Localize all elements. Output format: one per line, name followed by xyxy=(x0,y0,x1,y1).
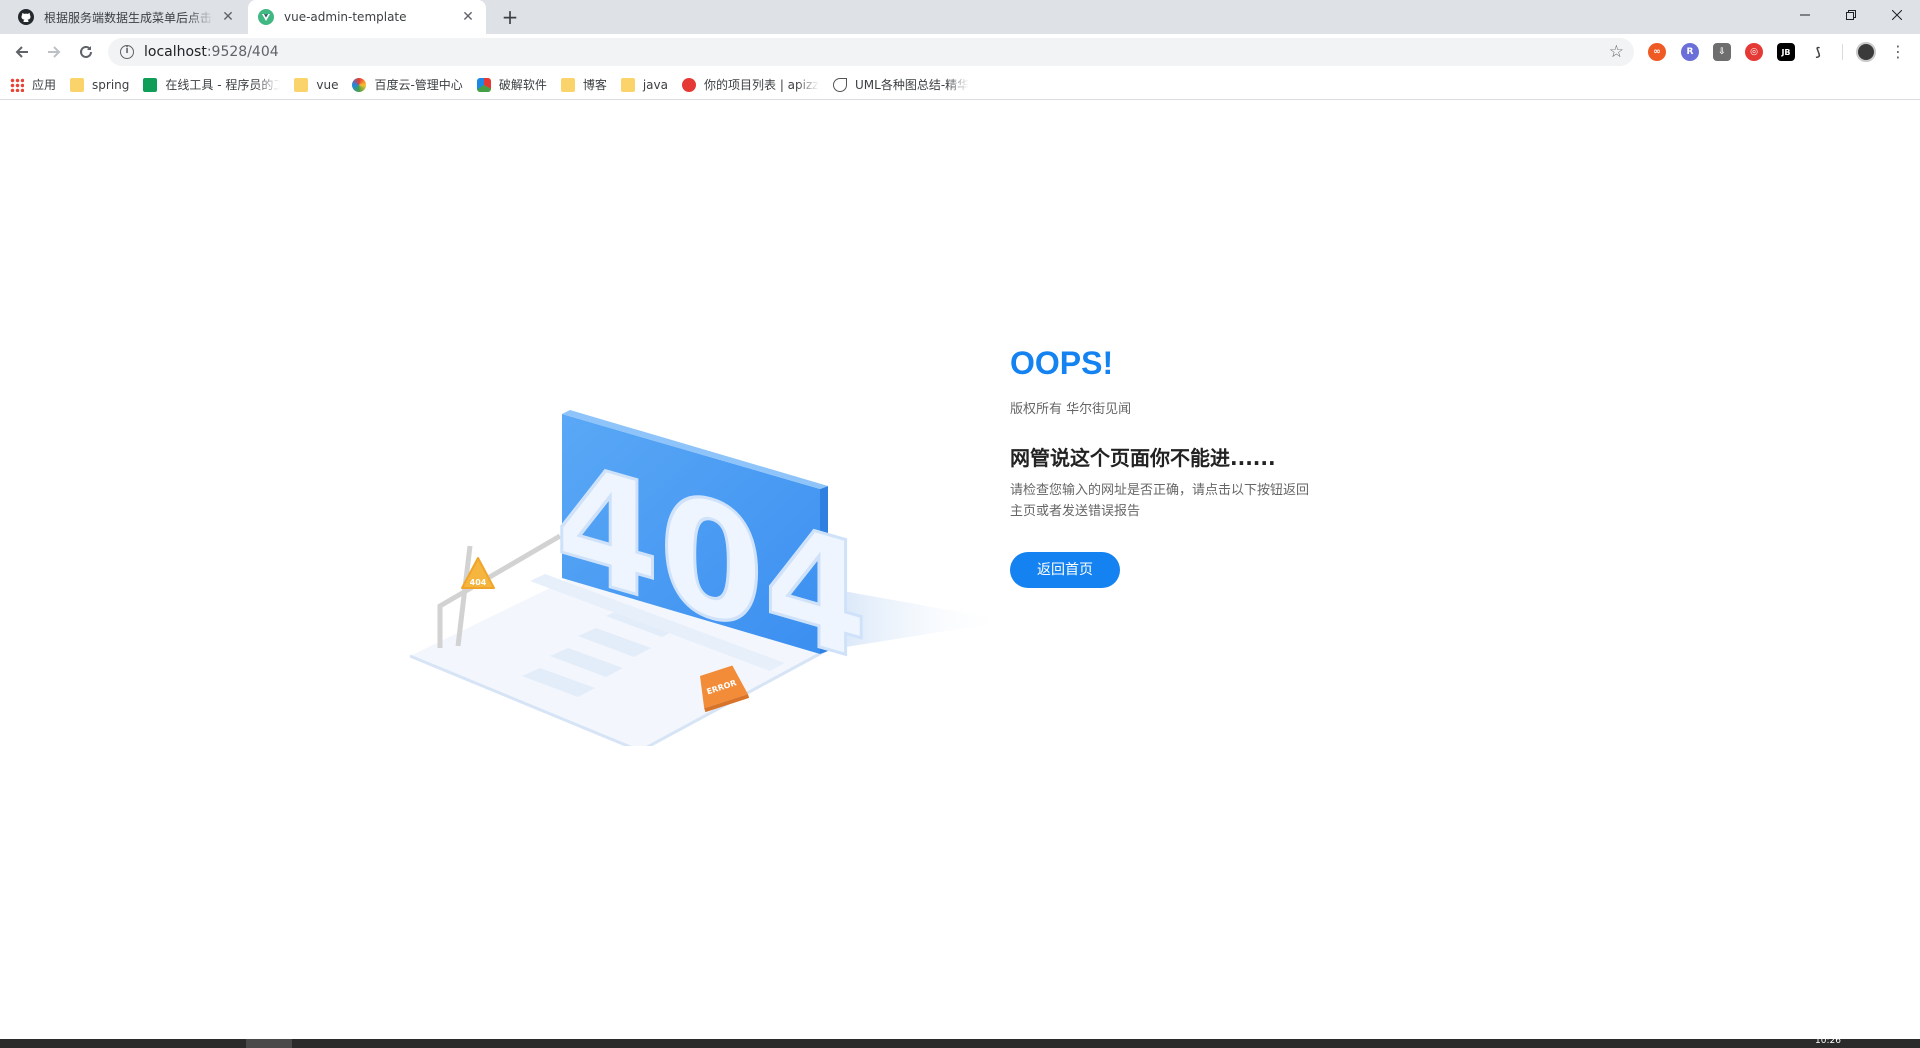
folder-icon xyxy=(70,77,85,92)
bookmarks-bar: 应用 spring 在线工具 - 程序员的工具箱 vue 百度云-管理中心 破解… xyxy=(0,70,1920,100)
bookmark-spring[interactable]: spring xyxy=(70,77,130,92)
close-icon xyxy=(1892,10,1902,20)
avatar[interactable] xyxy=(1856,42,1876,62)
bookmark-label: 博客 xyxy=(582,78,607,92)
baidu-icon xyxy=(352,77,367,92)
restore-icon xyxy=(1846,10,1856,20)
folder-icon xyxy=(294,77,309,92)
bookmark-apizza[interactable]: 你的项目列表 | apizza xyxy=(682,76,819,93)
reload-icon xyxy=(80,45,92,58)
tab-title: vue-admin-template xyxy=(284,10,407,24)
bookmark-label: 百度云-管理中心 xyxy=(374,78,463,92)
error-headline: 网管说这个页面你不能进...... xyxy=(1010,446,1276,470)
url-host: localhost xyxy=(144,44,207,60)
bookmark-label: 应用 xyxy=(32,78,57,92)
browser-toolbar: i localhost:9528/404 ☆ ∞ R ⇩ ◎ JB ⟆ ⋮ xyxy=(0,34,1920,70)
info-icon[interactable]: i xyxy=(120,45,134,59)
minimize-button[interactable] xyxy=(1782,0,1828,30)
bookmark-blog[interactable]: 博客 xyxy=(560,76,607,93)
forward-button[interactable] xyxy=(40,38,68,66)
new-tab-button[interactable]: + xyxy=(498,6,522,30)
menu-dots-icon[interactable]: ⋮ xyxy=(1888,40,1908,64)
extension-infinity-icon[interactable]: ∞ xyxy=(1648,43,1666,61)
extension-r-icon[interactable]: R xyxy=(1681,43,1699,61)
tab-github[interactable]: 根据服务端数据生成菜单后点击 ✕ xyxy=(8,0,246,34)
page-404: 404 404 ERROR OOPS! 版权所有 华尔街见闻 网管说这个页面你不… xyxy=(0,101,1920,1039)
taskbar-clock: 10:26 xyxy=(1815,1036,1841,1046)
sign-text: 404 xyxy=(470,578,487,587)
tab-vue-admin[interactable]: vue-admin-template ✕ xyxy=(248,0,486,34)
bookmark-label: vue xyxy=(316,77,339,92)
tool-icon xyxy=(143,77,158,92)
extension-red-icon[interactable]: ◎ xyxy=(1745,43,1763,61)
bookmark-java[interactable]: java xyxy=(620,77,668,92)
bookmark-label: java xyxy=(642,77,668,92)
vue-icon xyxy=(258,9,274,25)
folder-icon xyxy=(620,77,635,92)
extension-chart-icon[interactable]: ⟆ xyxy=(1809,43,1827,61)
bookmark-online-tools[interactable]: 在线工具 - 程序员的工具箱 xyxy=(143,76,280,93)
folder-icon xyxy=(560,77,575,92)
reload-button[interactable] xyxy=(72,38,100,66)
oops-title: OOPS! xyxy=(1010,345,1114,381)
tab-strip: 根据服务端数据生成菜单后点击 ✕ vue-admin-template ✕ + xyxy=(0,0,1920,34)
bookmark-uml[interactable]: UML各种图总结-精华 xyxy=(833,76,969,93)
bookmark-star-icon[interactable]: ☆ xyxy=(1609,42,1624,62)
toolbar-divider xyxy=(1842,44,1843,60)
bookmark-apps[interactable]: 应用 xyxy=(10,76,56,93)
bookmark-label: 你的项目列表 | apizza xyxy=(704,78,819,92)
crack-icon xyxy=(476,77,491,92)
apps-icon xyxy=(10,77,24,92)
error-message: OOPS! 版权所有 华尔街见闻 网管说这个页面你不能进...... 请检查您输… xyxy=(1010,343,1330,588)
bookmark-cracked-software[interactable]: 破解软件 xyxy=(476,76,547,93)
copyright-text: 版权所有 华尔街见闻 xyxy=(1010,402,1132,417)
close-icon[interactable]: ✕ xyxy=(460,9,476,25)
bookmark-baidu-cloud[interactable]: 百度云-管理中心 xyxy=(352,76,463,93)
bookmark-label: 在线工具 - 程序员的工具箱 xyxy=(165,78,281,92)
back-button[interactable] xyxy=(8,38,36,66)
bookmark-vue[interactable]: vue xyxy=(294,77,339,92)
taskbar-item[interactable] xyxy=(246,1039,292,1048)
uml-icon xyxy=(833,77,847,92)
bookmark-label: spring xyxy=(92,77,130,92)
apizza-icon xyxy=(682,77,696,92)
arrow-left-icon xyxy=(15,46,28,58)
address-bar[interactable]: i localhost:9528/404 ☆ xyxy=(108,38,1634,66)
github-icon xyxy=(18,9,34,25)
bookmark-label: 破解软件 xyxy=(498,78,547,92)
extension-jb-icon[interactable]: JB xyxy=(1777,43,1795,61)
arrow-right-icon xyxy=(48,46,61,58)
os-taskbar: 10:26 xyxy=(0,1036,1920,1048)
restore-button[interactable] xyxy=(1828,0,1874,30)
minimize-icon xyxy=(1800,14,1810,16)
url-path: :9528/404 xyxy=(206,44,279,60)
bookmark-label: UML各种图总结-精华 xyxy=(855,78,970,92)
tab-title: 根据服务端数据生成菜单后点击 xyxy=(44,10,213,25)
extension-download-icon[interactable]: ⇩ xyxy=(1713,43,1731,61)
back-home-button[interactable]: 返回首页 xyxy=(1010,552,1120,588)
error-info: 请检查您输入的网址是否正确，请点击以下按钮返回主页或者发送错误报告 xyxy=(1010,483,1310,519)
404-illustration: 404 404 ERROR xyxy=(409,410,1010,746)
close-icon[interactable]: ✕ xyxy=(220,9,236,25)
window-close-button[interactable] xyxy=(1874,0,1920,30)
